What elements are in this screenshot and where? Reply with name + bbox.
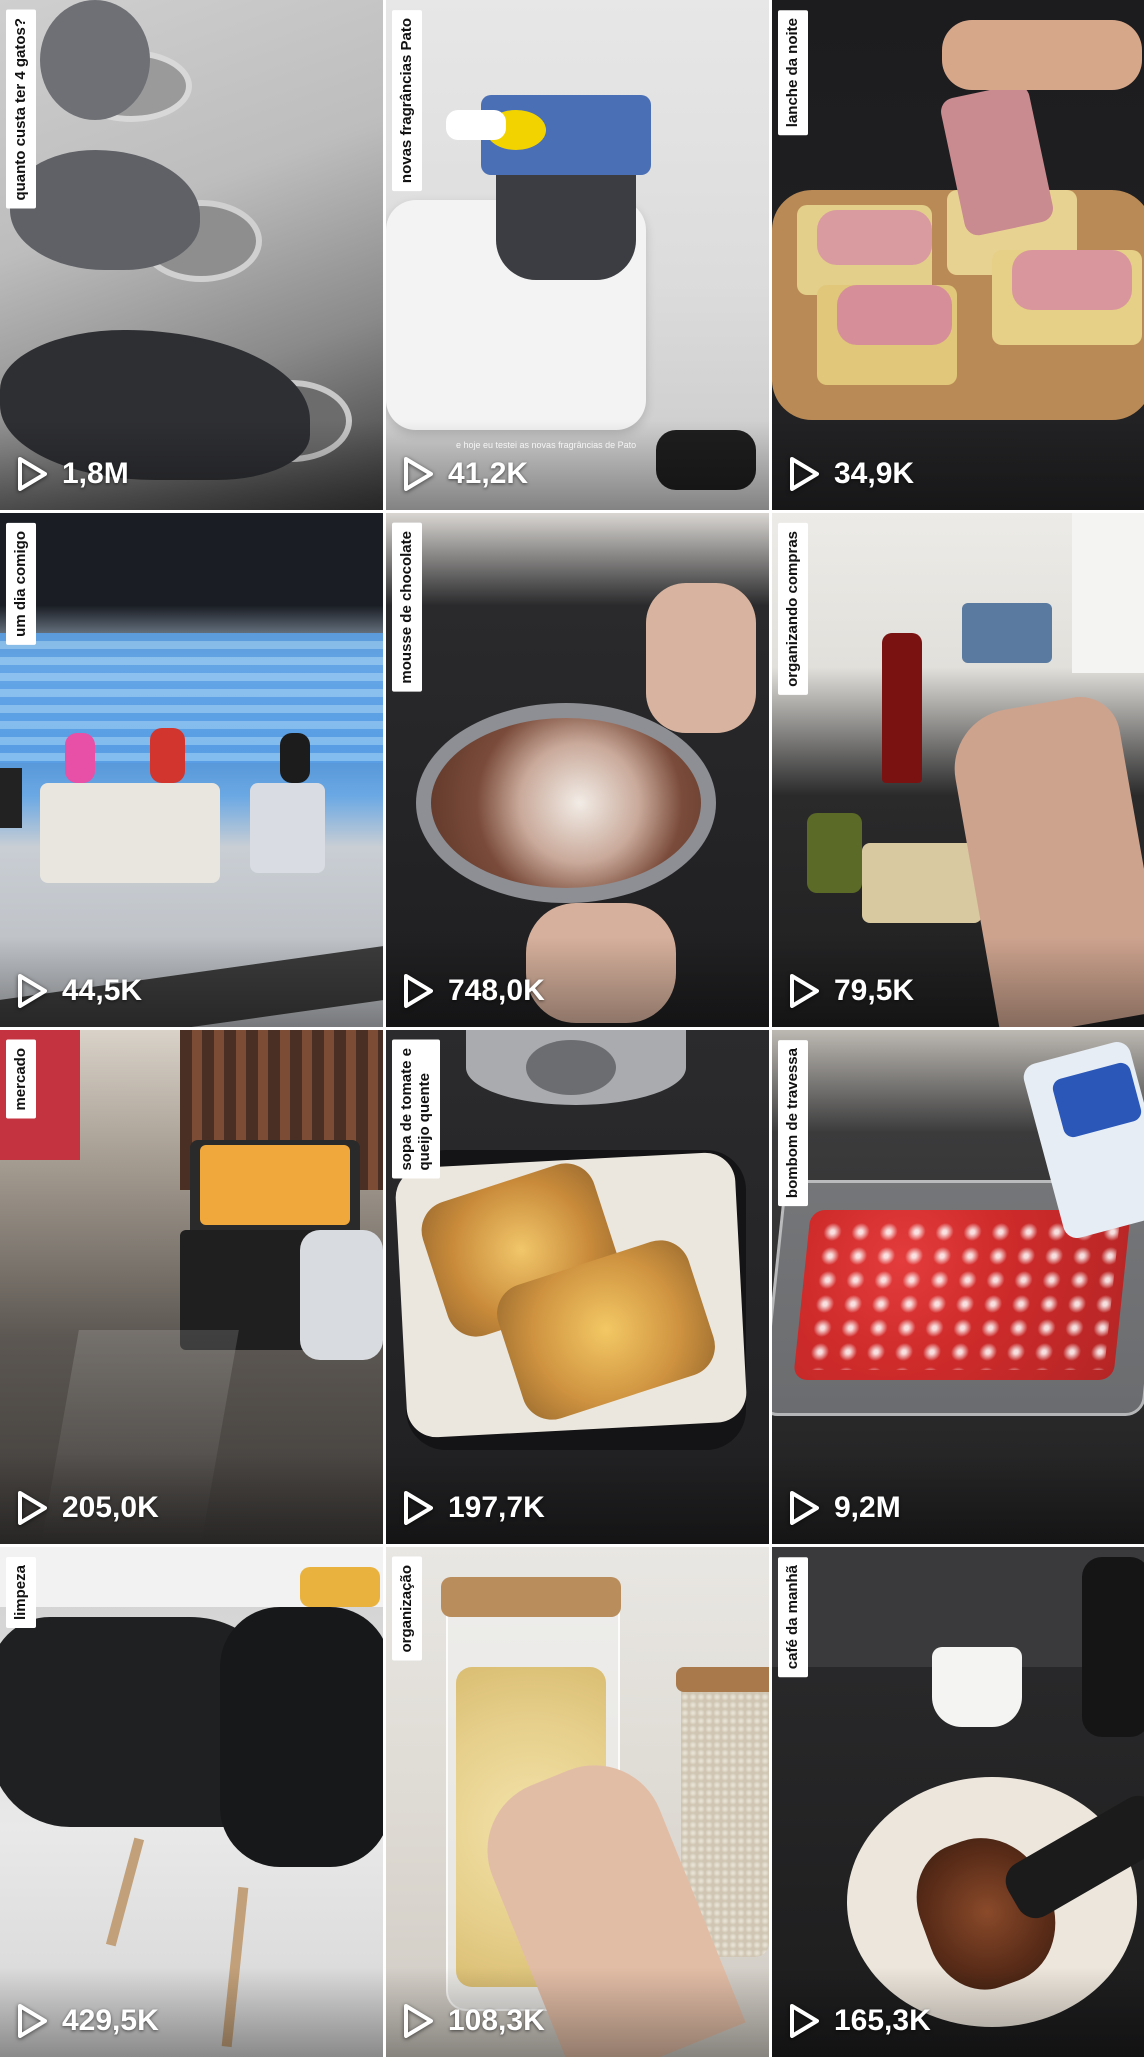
video-tile[interactable]: organizando compras 79,5K [772, 513, 1144, 1027]
play-icon [404, 457, 433, 491]
view-count-value: 79,5K [834, 974, 915, 1007]
video-title: mercado [6, 1040, 36, 1119]
view-count-value: 197,7K [448, 1491, 545, 1524]
view-count: 79,5K [788, 973, 914, 1009]
video-title: quanto custa ter 4 gatos? [6, 10, 36, 209]
view-count: 1,8M [16, 456, 129, 492]
view-count-value: 34,9K [834, 457, 915, 490]
view-count: 429,5K [16, 2003, 159, 2039]
video-title: mousse de chocolate [392, 523, 422, 692]
video-tile[interactable]: e hoje eu testei as novas fragrâncias de… [386, 0, 769, 510]
play-icon [404, 1491, 433, 1525]
play-icon [404, 974, 433, 1008]
play-icon [18, 1491, 47, 1525]
view-count: 41,2K [402, 456, 528, 492]
view-count-value: 1,8M [62, 457, 129, 490]
video-tile[interactable]: organização 108,3K [386, 1547, 769, 2057]
view-count-value: 205,0K [62, 1491, 159, 1524]
view-count: 205,0K [16, 1490, 159, 1526]
play-icon [404, 2004, 433, 2038]
view-count-value: 44,5K [62, 974, 143, 1007]
video-tile[interactable]: lanche da noite 34,9K [772, 0, 1144, 510]
video-tile[interactable]: café da manhã 165,3K [772, 1547, 1144, 2057]
view-count-value: 748,0K [448, 974, 545, 1007]
view-count: 9,2M [788, 1490, 901, 1526]
play-icon [790, 974, 819, 1008]
play-icon [790, 2004, 819, 2038]
video-tile[interactable]: limpeza 429,5K [0, 1547, 383, 2057]
video-tile[interactable]: um dia comigo 44,5K [0, 513, 383, 1027]
video-grid: quanto custa ter 4 gatos? 1,8M e hoje eu… [0, 0, 1144, 2057]
video-title: limpeza [6, 1557, 36, 1629]
video-title: novas fragrâncias Pato [392, 10, 422, 192]
view-count: 165,3K [788, 2003, 931, 2039]
play-icon [790, 457, 819, 491]
view-count: 197,7K [402, 1490, 545, 1526]
view-count-value: 41,2K [448, 457, 529, 490]
video-title: café da manhã [778, 1557, 808, 1678]
view-count: 108,3K [402, 2003, 545, 2039]
video-tile[interactable]: mercado 205,0K [0, 1030, 383, 1544]
video-title: um dia comigo [6, 523, 36, 645]
play-icon [18, 457, 47, 491]
play-icon [18, 974, 47, 1008]
video-caption: e hoje eu testei as novas fragrâncias de… [456, 440, 637, 450]
view-count: 34,9K [788, 456, 914, 492]
play-icon [790, 1491, 819, 1525]
video-title: sopa de tomate e queijo quente [392, 1040, 440, 1179]
video-title: lanche da noite [778, 10, 808, 136]
view-count: 44,5K [16, 973, 142, 1009]
video-tile[interactable]: sopa de tomate e queijo quente 197,7K [386, 1030, 769, 1544]
view-count-value: 108,3K [448, 2004, 545, 2037]
video-tile[interactable]: bombom de travessa 9,2M [772, 1030, 1144, 1544]
video-title: organizando compras [778, 523, 808, 695]
video-title: organização [392, 1557, 422, 1661]
video-title: bombom de travessa [778, 1040, 808, 1207]
view-count-value: 165,3K [834, 2004, 931, 2037]
play-icon [18, 2004, 47, 2038]
view-count-value: 9,2M [834, 1491, 901, 1524]
video-tile[interactable]: quanto custa ter 4 gatos? 1,8M [0, 0, 383, 510]
view-count: 748,0K [402, 973, 545, 1009]
video-tile[interactable]: mousse de chocolate 748,0K [386, 513, 769, 1027]
view-count-value: 429,5K [62, 2004, 159, 2037]
